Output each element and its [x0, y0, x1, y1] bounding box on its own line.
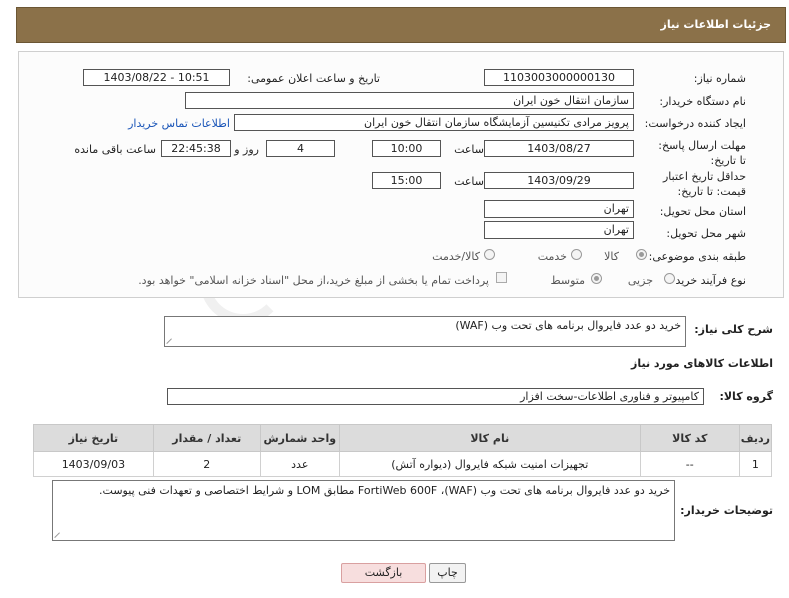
deadline-time-label: ساعت	[454, 143, 484, 156]
resize-grip-icon[interactable]	[167, 337, 174, 344]
buyer-notes-label: توضیحات خریدار:	[680, 504, 773, 517]
category-goods-radio[interactable]	[636, 249, 647, 260]
page-title: جزئیات اطلاعات نیاز	[660, 18, 772, 31]
col-date-header: تاریخ نیاز	[33, 424, 154, 452]
buyer-notes-textarea[interactable]: خرید دو عدد فایروال برنامه های تحت وب (W…	[52, 480, 675, 541]
col-unit-header: واحد شمارش	[259, 424, 340, 452]
price-validity-time-label: ساعت	[454, 175, 484, 188]
col-row-header: ردیف	[738, 424, 773, 452]
requester-field[interactable]: پرویز مرادی تکنیسین آزمایشگاه سازمان انت…	[234, 114, 634, 131]
price-validity-time-field[interactable]: 15:00	[372, 172, 441, 189]
category-goods-service-label: کالا/خدمت	[432, 250, 480, 263]
resize-grip-icon[interactable]	[55, 531, 62, 538]
back-button[interactable]: بازگشت	[341, 563, 426, 583]
process-minor-label: جزیی	[627, 274, 653, 287]
goods-group-field[interactable]: کامپیوتر و فناوری اطلاعات-سخت افزار	[167, 388, 704, 405]
row-unit: عدد	[259, 451, 340, 477]
summary-label: شرح کلی نیاز:	[694, 323, 773, 336]
deadline-time-field[interactable]: 10:00	[372, 140, 441, 157]
city-field[interactable]: تهران	[484, 221, 634, 239]
process-medium-label: متوسط	[550, 274, 585, 287]
table-row[interactable]: 1 -- تجهیزات امنیت شبکه فایروال (دیواره …	[33, 451, 773, 477]
province-field[interactable]: تهران	[484, 200, 634, 218]
buyer-org-field[interactable]: سازمان انتقال خون ایران	[185, 92, 634, 109]
remaining-time-field[interactable]: 22:45:38	[161, 140, 231, 157]
col-name-header: نام کالا	[338, 424, 641, 452]
goods-table-header: ردیف کد کالا نام کالا واحد شمارش تعداد /…	[33, 424, 773, 452]
buyer-org-label: نام دستگاه خریدار:	[659, 95, 746, 108]
row-date: 1403/09/03	[33, 451, 154, 477]
process-type-label: نوع فرآیند خرید :	[668, 274, 746, 287]
row-code: --	[639, 451, 740, 477]
announce-datetime-field[interactable]: 1403/08/22 - 10:51	[83, 69, 230, 86]
col-qty-header: تعداد / مقدار	[152, 424, 261, 452]
need-number-field[interactable]: 1103003000000130	[484, 69, 634, 86]
goods-table: ردیف کد کالا نام کالا واحد شمارش تعداد /…	[33, 424, 773, 477]
treasury-payment-note: پرداخت تمام یا بخشی از مبلغ خرید،از محل …	[138, 274, 489, 287]
goods-section-title: اطلاعات کالاهای مورد نیاز	[631, 357, 773, 370]
process-minor-radio[interactable]	[664, 273, 675, 284]
category-goods-label: کالا	[604, 250, 619, 263]
price-validity-date-field[interactable]: 1403/09/29	[484, 172, 634, 189]
category-goods-service-radio[interactable]	[484, 249, 495, 260]
deadline-date-field[interactable]: 1403/08/27	[484, 140, 634, 157]
row-qty: 2	[152, 451, 261, 477]
col-code-header: کد کالا	[639, 424, 740, 452]
category-service-radio[interactable]	[571, 249, 582, 260]
price-validity-label: حداقل تاریخ اعتبار قیمت: تا تاریخ:	[662, 170, 746, 198]
page-header: جزئیات اطلاعات نیاز	[16, 7, 786, 43]
remaining-time-label: ساعت باقی مانده	[74, 143, 156, 156]
treasury-payment-checkbox[interactable]	[496, 272, 507, 283]
city-label: شهر محل تحویل:	[666, 227, 746, 240]
print-button[interactable]: چاپ	[429, 563, 466, 583]
goods-group-label: گروه کالا:	[719, 390, 773, 403]
category-label: طبقه بندی موضوعی:	[648, 250, 746, 263]
requester-label: ایجاد کننده درخواست:	[644, 117, 746, 130]
row-index: 1	[738, 451, 773, 477]
summary-text: خرید دو عدد فایروال برنامه های تحت وب (W…	[455, 319, 681, 332]
days-remaining-field[interactable]: 4	[266, 140, 335, 157]
need-number-label: شماره نیاز:	[693, 72, 746, 85]
buyer-notes-text: خرید دو عدد فایروال برنامه های تحت وب (W…	[99, 484, 670, 497]
buyer-contact-link[interactable]: اطلاعات تماس خریدار	[128, 117, 230, 130]
announce-datetime-label: تاریخ و ساعت اعلان عمومی:	[247, 72, 380, 85]
summary-textarea[interactable]: خرید دو عدد فایروال برنامه های تحت وب (W…	[164, 316, 686, 347]
day-and-label: روز و	[234, 143, 259, 156]
process-medium-radio[interactable]	[591, 273, 602, 284]
deadline-label: مهلت ارسال پاسخ: تا تاریخ:	[658, 139, 746, 167]
row-name: تجهیزات امنیت شبکه فایروال (دیواره آتش)	[338, 451, 641, 477]
category-service-label: خدمت	[537, 250, 567, 263]
province-label: استان محل تحویل:	[659, 205, 746, 218]
